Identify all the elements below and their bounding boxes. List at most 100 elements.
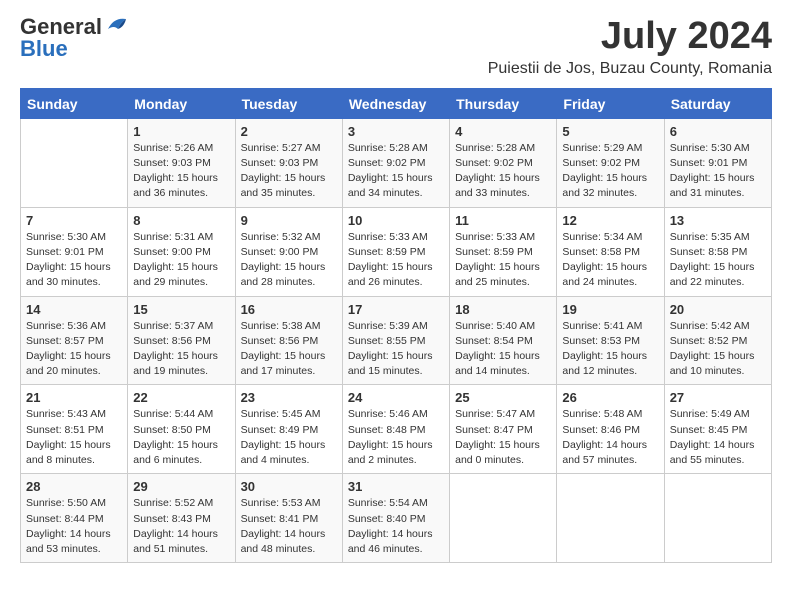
day-info: Sunrise: 5:44 AM Sunset: 8:50 PM Dayligh… — [133, 407, 229, 468]
logo: General Blue — [20, 16, 130, 60]
day-number: 16 — [241, 302, 337, 317]
calendar-cell: 13Sunrise: 5:35 AM Sunset: 8:58 PM Dayli… — [664, 207, 771, 296]
calendar-cell: 6 Sunrise: 5:30 AM Sunset: 9:01 PM Daylig… — [664, 118, 771, 207]
day-info: Sunrise: 5:28 AM Sunset: 9:02 PM Dayligh… — [348, 141, 444, 202]
weekday-header-saturday: Saturday — [664, 88, 771, 118]
day-number: 18 — [455, 302, 551, 317]
day-number: 27 — [670, 390, 766, 405]
calendar-cell: 9 Sunrise: 5:32 AM Sunset: 9:00 PM Daylig… — [235, 207, 342, 296]
location-title: Puiestii de Jos, Buzau County, Romania — [488, 60, 772, 78]
calendar-cell: 8 Sunrise: 5:31 AM Sunset: 9:00 PM Daylig… — [128, 207, 235, 296]
day-number: 14 — [26, 302, 122, 317]
day-number: 3 — [348, 124, 444, 139]
day-number: 26 — [562, 390, 658, 405]
day-info: Sunrise: 5:54 AM Sunset: 8:40 PM Dayligh… — [348, 496, 444, 557]
logo-bird-icon — [104, 15, 130, 35]
day-info: Sunrise: 5:39 AM Sunset: 8:55 PM Dayligh… — [348, 319, 444, 380]
calendar-cell: 15Sunrise: 5:37 AM Sunset: 8:56 PM Dayli… — [128, 296, 235, 385]
calendar-cell: 12 Sunrise: 5:34 AM Sunset: 8:58 PM Dayli… — [557, 207, 664, 296]
day-info: Sunrise: 5:40 AM Sunset: 8:54 PM Dayligh… — [455, 319, 551, 380]
calendar-cell — [21, 118, 128, 207]
day-number: 5 — [562, 124, 658, 139]
day-info: Sunrise: 5:31 AM Sunset: 9:00 PM Dayligh… — [133, 230, 229, 291]
day-info: Sunrise: 5:30 AM Sunset: 9:01 PM Dayligh… — [26, 230, 122, 291]
calendar-cell: 2 Sunrise: 5:27 AM Sunset: 9:03 PM Daylig… — [235, 118, 342, 207]
day-info: Sunrise: 5:36 AM Sunset: 8:57 PM Dayligh… — [26, 319, 122, 380]
calendar-body: 1 Sunrise: 5:26 AM Sunset: 9:03 PM Daylig… — [21, 118, 772, 562]
calendar-cell: 20 Sunrise: 5:42 AM Sunset: 8:52 PM Dayli… — [664, 296, 771, 385]
calendar-cell — [450, 474, 557, 563]
calendar-week-row: 28 Sunrise: 5:50 AM Sunset: 8:44 PM Dayli… — [21, 474, 772, 563]
weekday-header-wednesday: Wednesday — [342, 88, 449, 118]
calendar-cell: 31 Sunrise: 5:54 AM Sunset: 8:40 PM Dayli… — [342, 474, 449, 563]
day-number: 8 — [133, 213, 229, 228]
calendar-cell: 25Sunrise: 5:47 AM Sunset: 8:47 PM Dayli… — [450, 385, 557, 474]
day-info: Sunrise: 5:41 AM Sunset: 8:53 PM Dayligh… — [562, 319, 658, 380]
day-number: 4 — [455, 124, 551, 139]
day-info: Sunrise: 5:50 AM Sunset: 8:44 PM Dayligh… — [26, 496, 122, 557]
day-number: 31 — [348, 479, 444, 494]
calendar-cell: 11Sunrise: 5:33 AM Sunset: 8:59 PM Dayli… — [450, 207, 557, 296]
calendar-cell: 16 Sunrise: 5:38 AM Sunset: 8:56 PM Dayli… — [235, 296, 342, 385]
day-info: Sunrise: 5:30 AM Sunset: 9:01 PM Dayligh… — [670, 141, 766, 202]
calendar-week-row: 21Sunrise: 5:43 AM Sunset: 8:51 PM Dayli… — [21, 385, 772, 474]
calendar-cell: 22 Sunrise: 5:44 AM Sunset: 8:50 PM Dayli… — [128, 385, 235, 474]
day-number: 13 — [670, 213, 766, 228]
calendar-cell: 19 Sunrise: 5:41 AM Sunset: 8:53 PM Dayli… — [557, 296, 664, 385]
calendar-cell: 26 Sunrise: 5:48 AM Sunset: 8:46 PM Dayli… — [557, 385, 664, 474]
logo-blue-text: Blue — [20, 38, 68, 60]
day-number: 12 — [562, 213, 658, 228]
day-info: Sunrise: 5:37 AM Sunset: 8:56 PM Dayligh… — [133, 319, 229, 380]
calendar-cell: 17 Sunrise: 5:39 AM Sunset: 8:55 PM Dayli… — [342, 296, 449, 385]
logo-general-text: General — [20, 16, 102, 38]
day-info: Sunrise: 5:26 AM Sunset: 9:03 PM Dayligh… — [133, 141, 229, 202]
calendar-cell: 29Sunrise: 5:52 AM Sunset: 8:43 PM Dayli… — [128, 474, 235, 563]
calendar-table: SundayMondayTuesdayWednesdayThursdayFrid… — [20, 88, 772, 563]
calendar-cell: 21Sunrise: 5:43 AM Sunset: 8:51 PM Dayli… — [21, 385, 128, 474]
day-info: Sunrise: 5:32 AM Sunset: 9:00 PM Dayligh… — [241, 230, 337, 291]
month-title: July 2024 — [488, 16, 772, 58]
day-number: 19 — [562, 302, 658, 317]
calendar-cell: 27Sunrise: 5:49 AM Sunset: 8:45 PM Dayli… — [664, 385, 771, 474]
calendar-cell: 7Sunrise: 5:30 AM Sunset: 9:01 PM Daylig… — [21, 207, 128, 296]
calendar-cell — [664, 474, 771, 563]
day-number: 23 — [241, 390, 337, 405]
weekday-header-tuesday: Tuesday — [235, 88, 342, 118]
day-number: 10 — [348, 213, 444, 228]
day-number: 24 — [348, 390, 444, 405]
day-number: 30 — [241, 479, 337, 494]
calendar-cell: 4Sunrise: 5:28 AM Sunset: 9:02 PM Daylig… — [450, 118, 557, 207]
calendar-cell: 18 Sunrise: 5:40 AM Sunset: 8:54 PM Dayli… — [450, 296, 557, 385]
day-info: Sunrise: 5:34 AM Sunset: 8:58 PM Dayligh… — [562, 230, 658, 291]
calendar-week-row: 14 Sunrise: 5:36 AM Sunset: 8:57 PM Dayli… — [21, 296, 772, 385]
calendar-cell: 10Sunrise: 5:33 AM Sunset: 8:59 PM Dayli… — [342, 207, 449, 296]
calendar-cell: 3 Sunrise: 5:28 AM Sunset: 9:02 PM Daylig… — [342, 118, 449, 207]
calendar-week-row: 7Sunrise: 5:30 AM Sunset: 9:01 PM Daylig… — [21, 207, 772, 296]
day-number: 1 — [133, 124, 229, 139]
calendar-cell — [557, 474, 664, 563]
day-number: 22 — [133, 390, 229, 405]
day-number: 9 — [241, 213, 337, 228]
weekday-header-thursday: Thursday — [450, 88, 557, 118]
day-info: Sunrise: 5:33 AM Sunset: 8:59 PM Dayligh… — [455, 230, 551, 291]
day-number: 2 — [241, 124, 337, 139]
weekday-header-friday: Friday — [557, 88, 664, 118]
day-info: Sunrise: 5:29 AM Sunset: 9:02 PM Dayligh… — [562, 141, 658, 202]
weekday-header-sunday: Sunday — [21, 88, 128, 118]
day-number: 20 — [670, 302, 766, 317]
calendar-cell: 23Sunrise: 5:45 AM Sunset: 8:49 PM Dayli… — [235, 385, 342, 474]
day-number: 17 — [348, 302, 444, 317]
day-info: Sunrise: 5:42 AM Sunset: 8:52 PM Dayligh… — [670, 319, 766, 380]
day-number: 6 — [670, 124, 766, 139]
calendar-cell: 28 Sunrise: 5:50 AM Sunset: 8:44 PM Dayli… — [21, 474, 128, 563]
page-header: General Blue July 2024 Puiestii de Jos, … — [20, 16, 772, 78]
day-number: 28 — [26, 479, 122, 494]
day-info: Sunrise: 5:48 AM Sunset: 8:46 PM Dayligh… — [562, 407, 658, 468]
calendar-cell: 1 Sunrise: 5:26 AM Sunset: 9:03 PM Daylig… — [128, 118, 235, 207]
calendar-cell: 14 Sunrise: 5:36 AM Sunset: 8:57 PM Dayli… — [21, 296, 128, 385]
day-info: Sunrise: 5:38 AM Sunset: 8:56 PM Dayligh… — [241, 319, 337, 380]
day-number: 29 — [133, 479, 229, 494]
calendar-header-row: SundayMondayTuesdayWednesdayThursdayFrid… — [21, 88, 772, 118]
calendar-cell: 24Sunrise: 5:46 AM Sunset: 8:48 PM Dayli… — [342, 385, 449, 474]
day-info: Sunrise: 5:27 AM Sunset: 9:03 PM Dayligh… — [241, 141, 337, 202]
